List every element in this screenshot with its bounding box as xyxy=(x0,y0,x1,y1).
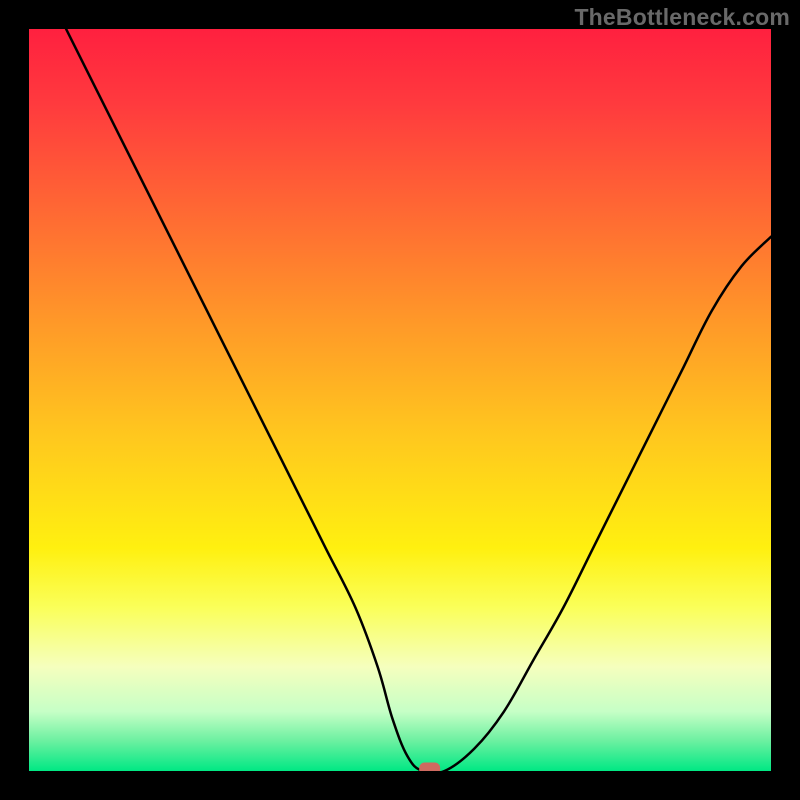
chart-frame: TheBottleneck.com xyxy=(0,0,800,800)
plot-area xyxy=(29,29,771,771)
attribution-text: TheBottleneck.com xyxy=(574,4,790,31)
chart-svg xyxy=(29,29,771,771)
gradient-background xyxy=(29,29,771,771)
minimum-marker xyxy=(420,763,440,771)
